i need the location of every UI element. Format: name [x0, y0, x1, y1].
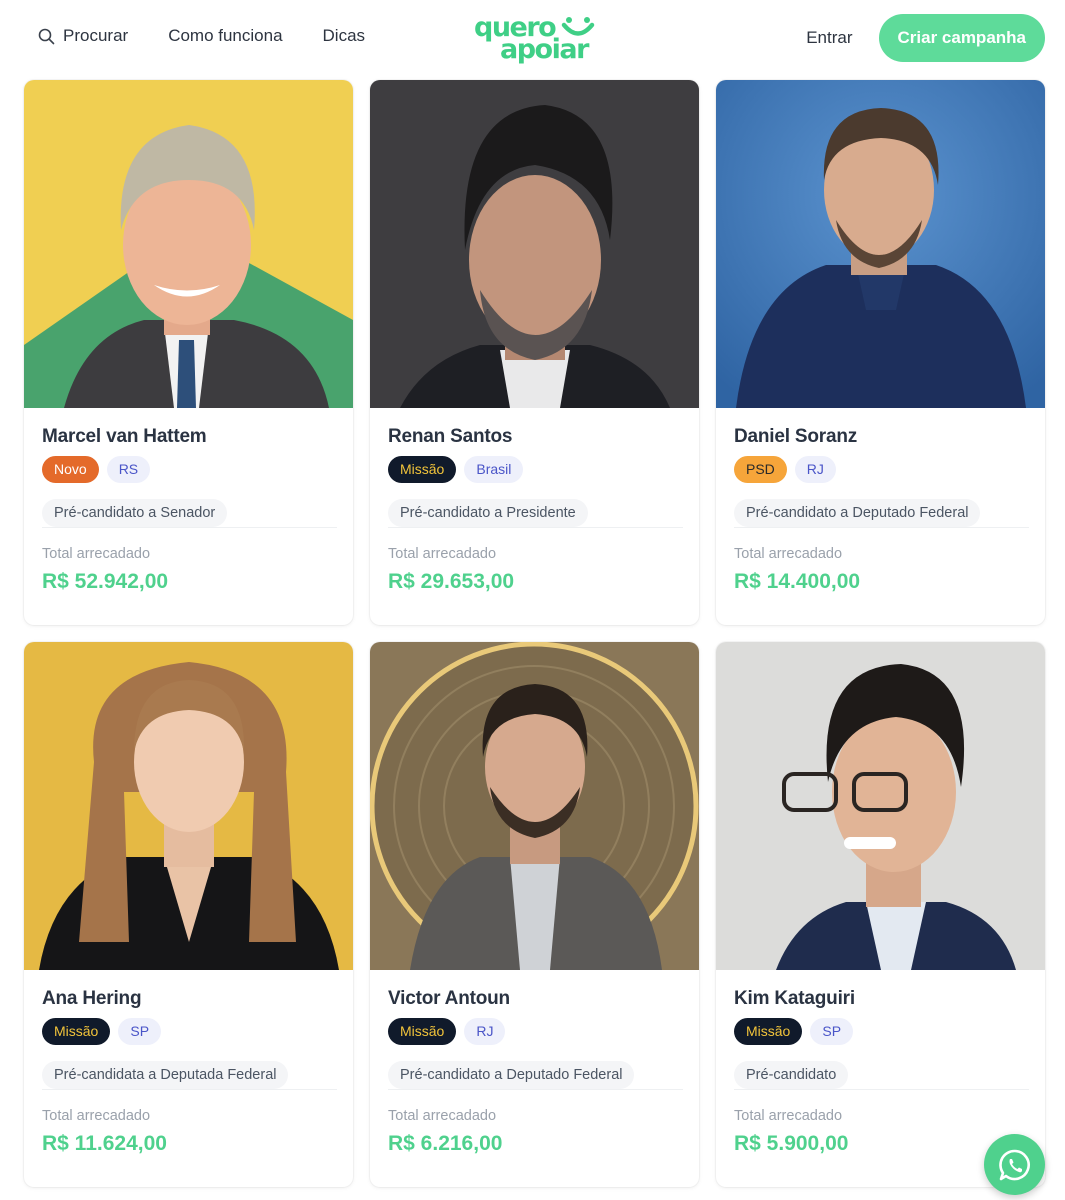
candidate-tags: Missão SP	[734, 1018, 1029, 1045]
raised-label: Total arrecadado	[42, 1108, 151, 1124]
tips-link[interactable]: Dicas	[323, 26, 366, 46]
raised-amount: R$ 6.216,00	[388, 1132, 503, 1155]
party-badge: Missão	[734, 1018, 803, 1045]
raised-amount: R$ 11.624,00	[42, 1132, 167, 1155]
login-link[interactable]: Entrar	[806, 28, 852, 48]
candidate-info: Daniel Soranz PSD RJ Pré-candidato a Dep…	[734, 426, 1029, 594]
raised-amount: R$ 5.900,00	[734, 1132, 849, 1155]
role-badge: Pré-candidato a Senador	[42, 499, 228, 527]
candidate-tags: PSD RJ	[734, 456, 1029, 483]
divider	[734, 527, 1029, 528]
party-badge: Novo	[42, 456, 99, 483]
candidate-photo	[716, 642, 1045, 970]
nav-right: Entrar Criar campanha	[806, 14, 1045, 62]
candidate-info: Renan Santos Missão Brasil Pré-candidato…	[388, 426, 683, 594]
candidate-name: Renan Santos	[388, 426, 513, 447]
candidate-tags: Missão Brasil	[388, 456, 683, 483]
search-label: Procurar	[63, 26, 129, 45]
create-campaign-button[interactable]: Criar campanha	[878, 14, 1045, 62]
divider	[42, 527, 337, 528]
raised-label: Total arrecadado	[734, 1108, 843, 1124]
candidate-photo	[24, 642, 353, 970]
raised-amount: R$ 29.653,00	[388, 570, 515, 593]
candidate-info: Ana Hering Missão SP Pré-candidata a Dep…	[42, 988, 337, 1156]
whatsapp-button[interactable]	[984, 1134, 1045, 1195]
search-icon	[38, 28, 55, 45]
party-badge: Missão	[388, 456, 457, 483]
candidate-info: Kim Kataguiri Missão SP Pré-candidato To…	[734, 988, 1029, 1156]
divider	[734, 1089, 1029, 1090]
role-badge: Pré-candidata a Deputada Federal	[42, 1061, 289, 1089]
candidate-name: Kim Kataguiri	[734, 988, 855, 1009]
how-it-works-link[interactable]: Como funciona	[168, 26, 282, 46]
logo-text-line2: apoiar	[500, 34, 589, 65]
candidate-tags: Missão SP	[42, 1018, 337, 1045]
candidate-photo	[24, 80, 353, 408]
candidate-info: Marcel van Hattem Novo RS Pré-candidato …	[42, 426, 337, 594]
candidate-card[interactable]: Kim Kataguiri Missão SP Pré-candidato To…	[716, 642, 1045, 1187]
divider	[388, 1089, 683, 1090]
candidate-name: Victor Antoun	[388, 988, 510, 1009]
raised-label: Total arrecadado	[42, 546, 151, 562]
candidate-name: Marcel van Hattem	[42, 426, 207, 447]
whatsapp-icon	[998, 1149, 1030, 1180]
role-badge: Pré-candidato	[734, 1061, 849, 1089]
divider	[388, 527, 683, 528]
raised-amount: R$ 52.942,00	[42, 570, 169, 593]
candidate-name: Ana Hering	[42, 988, 142, 1009]
state-badge: SP	[118, 1018, 162, 1045]
candidate-photo	[716, 80, 1045, 408]
state-badge: RJ	[794, 456, 836, 483]
state-badge: SP	[810, 1018, 854, 1045]
candidate-photo	[370, 642, 699, 970]
party-badge: Missão	[388, 1018, 457, 1045]
raised-amount: R$ 14.400,00	[734, 570, 861, 593]
search-link[interactable]: Procurar	[38, 26, 128, 46]
candidate-card[interactable]: Ana Hering Missão SP Pré-candidata a Dep…	[24, 642, 353, 1187]
role-badge: Pré-candidato a Deputado Federal	[388, 1061, 635, 1089]
role-badge: Pré-candidato a Deputado Federal	[734, 499, 981, 527]
raised-label: Total arrecadado	[734, 546, 843, 562]
candidate-card[interactable]: Victor Antoun Missão RJ Pré-candidato a …	[370, 642, 699, 1187]
candidate-photo	[370, 80, 699, 408]
divider	[42, 1089, 337, 1090]
candidate-name: Daniel Soranz	[734, 426, 858, 447]
state-badge: Brasil	[464, 456, 524, 483]
candidate-card[interactable]: Daniel Soranz PSD RJ Pré-candidato a Dep…	[716, 80, 1045, 625]
nav-left: Procurar Como funciona Dicas	[38, 26, 365, 46]
candidate-tags: Missão RJ	[388, 1018, 683, 1045]
candidate-info: Victor Antoun Missão RJ Pré-candidato a …	[388, 988, 683, 1156]
top-navbar: Procurar Como funciona Dicas quero apoia…	[0, 0, 1065, 76]
candidate-card[interactable]: Marcel van Hattem Novo RS Pré-candidato …	[24, 80, 353, 625]
logo[interactable]: quero apoiar	[470, 8, 600, 68]
party-badge: Missão	[42, 1018, 111, 1045]
candidate-tags: Novo RS	[42, 456, 337, 483]
how-it-works-label: Como funciona	[168, 26, 283, 45]
raised-label: Total arrecadado	[388, 1108, 497, 1124]
tips-label: Dicas	[322, 26, 366, 45]
role-badge: Pré-candidato a Presidente	[388, 499, 588, 527]
candidate-card[interactable]: Renan Santos Missão Brasil Pré-candidato…	[370, 80, 699, 625]
state-badge: RJ	[464, 1018, 506, 1045]
raised-label: Total arrecadado	[388, 546, 497, 562]
state-badge: RS	[106, 456, 151, 483]
party-badge: PSD	[734, 456, 787, 483]
